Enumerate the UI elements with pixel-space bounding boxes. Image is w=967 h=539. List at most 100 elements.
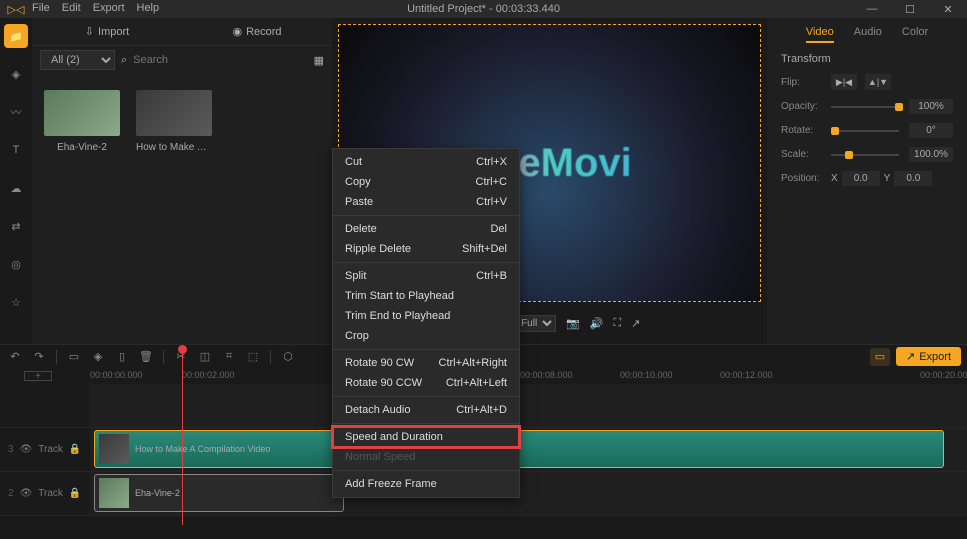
time-tick: 00:00:00.000 bbox=[90, 370, 143, 380]
position-x-input[interactable]: 0.0 bbox=[842, 171, 880, 186]
time-tick: 00:00:10.000 bbox=[620, 370, 673, 380]
audio-tab-icon[interactable]: 〰 bbox=[4, 100, 28, 124]
opacity-value[interactable]: 100% bbox=[909, 99, 953, 114]
media-panel: ⇩Import ◉Record All (2) ⌕ ▦ Eha-Vine-2 H… bbox=[32, 18, 332, 344]
crop-button[interactable]: ⌗ bbox=[220, 348, 238, 366]
detach-icon[interactable]: ↗ bbox=[631, 317, 640, 330]
volume-icon[interactable]: 🔊 bbox=[590, 317, 604, 330]
tool-icon[interactable]: ⬚ bbox=[244, 348, 262, 366]
maximize-button[interactable]: ☐ bbox=[891, 0, 929, 18]
time-tick: 00:00:12.000 bbox=[720, 370, 773, 380]
ctx-rotate-cw[interactable]: Rotate 90 CWCtrl+Alt+Right bbox=[333, 353, 519, 373]
media-item[interactable]: Eha-Vine-2 bbox=[44, 90, 120, 153]
layers-tab-icon[interactable]: ◈ bbox=[4, 62, 28, 86]
pos-y-label: Y bbox=[884, 173, 891, 184]
ctx-speed-duration[interactable]: Speed and Duration bbox=[333, 427, 519, 447]
text-tab-icon[interactable]: T bbox=[4, 138, 28, 162]
tool-icon[interactable]: ◫ bbox=[196, 348, 214, 366]
grid-view-icon[interactable]: ▦ bbox=[314, 54, 324, 67]
scale-slider[interactable] bbox=[831, 154, 899, 156]
pos-x-label: X bbox=[831, 173, 838, 184]
props-tab-color[interactable]: Color bbox=[902, 26, 928, 43]
app-logo-icon: ▷◁ bbox=[4, 0, 28, 18]
media-label: Eha-Vine-2 bbox=[44, 142, 120, 153]
import-tab[interactable]: ⇩Import bbox=[32, 18, 182, 45]
ctx-add-freeze-frame[interactable]: Add Freeze Frame bbox=[333, 474, 519, 494]
minimize-button[interactable]: — bbox=[853, 0, 891, 18]
time-tick: 00:00:02.000 bbox=[182, 370, 235, 380]
ctx-delete[interactable]: DeleteDel bbox=[333, 219, 519, 239]
rotate-label: Rotate: bbox=[781, 125, 827, 136]
export-button[interactable]: ↗ Export bbox=[896, 347, 961, 366]
playhead[interactable] bbox=[182, 345, 183, 525]
tool-icon[interactable]: ▭ bbox=[65, 348, 83, 366]
rotate-slider[interactable] bbox=[831, 130, 899, 132]
media-item[interactable]: How to Make A ... bbox=[136, 90, 212, 153]
delete-button[interactable]: 🗑 bbox=[137, 348, 155, 366]
timeline-clip[interactable]: Eha-Vine-2 bbox=[94, 474, 344, 512]
rotate-value[interactable]: 0° bbox=[909, 123, 953, 138]
media-thumb bbox=[136, 90, 212, 136]
properties-panel: Video Audio Color Transform Flip: ▶|◀ ▲|… bbox=[767, 18, 967, 344]
ctx-paste[interactable]: PasteCtrl+V bbox=[333, 192, 519, 212]
search-input[interactable] bbox=[133, 54, 307, 66]
props-tab-video[interactable]: Video bbox=[806, 26, 834, 43]
flip-horizontal-button[interactable]: ▶|◀ bbox=[831, 74, 857, 90]
ctx-normal-speed: Normal Speed bbox=[333, 447, 519, 467]
position-label: Position: bbox=[781, 173, 827, 184]
fullscreen-icon[interactable]: ⛶ bbox=[613, 317, 621, 330]
window-controls: — ☐ ✕ bbox=[853, 0, 967, 18]
add-track-button[interactable]: + bbox=[24, 371, 52, 381]
ctx-rotate-ccw[interactable]: Rotate 90 CCWCtrl+Alt+Left bbox=[333, 373, 519, 393]
tool-icon[interactable]: ◈ bbox=[89, 348, 107, 366]
marker-button[interactable]: ⬡ bbox=[279, 348, 297, 366]
elements-tab-icon[interactable]: ☁ bbox=[4, 176, 28, 200]
fit-select[interactable]: Full bbox=[515, 315, 556, 332]
media-filter-select[interactable]: All (2) bbox=[40, 50, 115, 70]
props-tab-audio[interactable]: Audio bbox=[854, 26, 882, 43]
filters-tab-icon[interactable]: ◎ bbox=[4, 252, 28, 276]
flip-vertical-button[interactable]: ▲|▼ bbox=[865, 74, 891, 90]
ctx-crop[interactable]: Crop bbox=[333, 326, 519, 346]
menu-export[interactable]: Export bbox=[93, 2, 125, 14]
visibility-icon[interactable]: 👁 bbox=[20, 444, 33, 455]
flip-label: Flip: bbox=[781, 77, 827, 88]
ctx-trim-end[interactable]: Trim End to Playhead bbox=[333, 306, 519, 326]
menu-help[interactable]: Help bbox=[137, 2, 160, 14]
position-y-input[interactable]: 0.0 bbox=[894, 171, 932, 186]
context-menu: CutCtrl+X CopyCtrl+C PasteCtrl+V DeleteD… bbox=[332, 148, 520, 498]
record-icon: ◉ bbox=[232, 25, 242, 38]
media-label: How to Make A ... bbox=[136, 142, 212, 153]
ctx-split[interactable]: SplitCtrl+B bbox=[333, 266, 519, 286]
title-bar: ▷◁ File Edit Export Help Untitled Projec… bbox=[0, 0, 967, 18]
media-tab-icon[interactable]: 📁 bbox=[4, 24, 28, 48]
ctx-ripple-delete[interactable]: Ripple DeleteShift+Del bbox=[333, 239, 519, 259]
lock-icon[interactable]: 🔒 bbox=[69, 488, 81, 499]
favorites-tab-icon[interactable]: ☆ bbox=[4, 290, 28, 314]
close-button[interactable]: ✕ bbox=[929, 0, 967, 18]
undo-button[interactable]: ↶ bbox=[6, 348, 24, 366]
menu-bar: File Edit Export Help bbox=[32, 2, 159, 14]
window-title: Untitled Project* - 00:03:33.440 bbox=[407, 3, 560, 15]
menu-edit[interactable]: Edit bbox=[62, 2, 81, 14]
transform-section-label: Transform bbox=[781, 53, 953, 65]
settings-icon[interactable]: ▭ bbox=[870, 348, 890, 366]
ctx-detach-audio[interactable]: Detach AudioCtrl+Alt+D bbox=[333, 400, 519, 420]
scale-value[interactable]: 100.0% bbox=[909, 147, 953, 162]
redo-button[interactable]: ↷ bbox=[30, 348, 48, 366]
opacity-slider[interactable] bbox=[831, 106, 899, 108]
time-tick: 00:00:20.000 bbox=[920, 370, 967, 380]
menu-file[interactable]: File bbox=[32, 2, 50, 14]
ctx-cut[interactable]: CutCtrl+X bbox=[333, 152, 519, 172]
visibility-icon[interactable]: 👁 bbox=[20, 488, 33, 499]
ctx-copy[interactable]: CopyCtrl+C bbox=[333, 172, 519, 192]
record-tab[interactable]: ◉Record bbox=[182, 18, 332, 45]
ctx-trim-start[interactable]: Trim Start to Playhead bbox=[333, 286, 519, 306]
left-tool-sidebar: 📁 ◈ 〰 T ☁ ⇄ ◎ ☆ bbox=[0, 18, 32, 344]
tool-icon[interactable]: ▯ bbox=[113, 348, 131, 366]
lock-icon[interactable]: 🔒 bbox=[69, 444, 81, 455]
transitions-tab-icon[interactable]: ⇄ bbox=[4, 214, 28, 238]
import-icon: ⇩ bbox=[85, 25, 94, 38]
scale-label: Scale: bbox=[781, 149, 827, 160]
snapshot-icon[interactable]: 📷 bbox=[566, 317, 580, 330]
